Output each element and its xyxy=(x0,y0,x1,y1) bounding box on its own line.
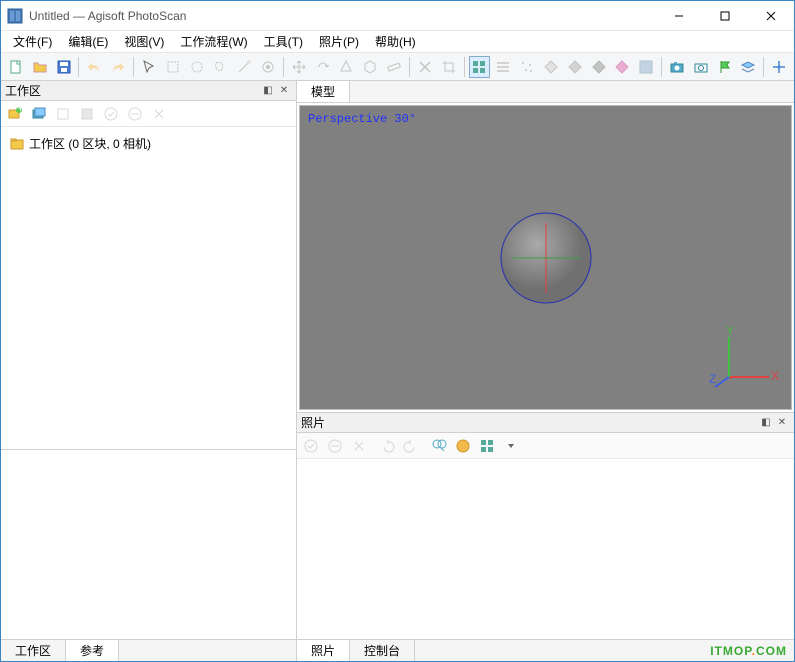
undo-icon[interactable] xyxy=(83,56,105,78)
rotate-icon[interactable] xyxy=(312,56,334,78)
ruler-icon[interactable] xyxy=(383,56,405,78)
brush-select-icon[interactable] xyxy=(257,56,279,78)
save-icon[interactable] xyxy=(53,56,75,78)
camera-2-icon[interactable] xyxy=(690,56,712,78)
photo-delete-icon[interactable] xyxy=(349,436,369,456)
scale-icon[interactable] xyxy=(336,56,358,78)
photo-size-dropdown-icon[interactable] xyxy=(501,436,521,456)
svg-text:+: + xyxy=(17,106,23,115)
tab-console[interactable]: 控制台 xyxy=(350,640,415,661)
shade-1-icon[interactable] xyxy=(540,56,562,78)
tab-reference[interactable]: 参考 xyxy=(66,640,119,661)
remove-icon[interactable] xyxy=(149,104,169,124)
enable-icon[interactable] xyxy=(53,104,73,124)
pointer-icon[interactable] xyxy=(138,56,160,78)
viewport-tabs: 模型 xyxy=(297,81,794,103)
workspace-root-label: 工作区 (0 区块, 0 相机) xyxy=(29,135,151,152)
close-panel-icon[interactable]: ✕ xyxy=(276,83,292,99)
rect-select-icon[interactable] xyxy=(162,56,184,78)
move-icon[interactable] xyxy=(288,56,310,78)
photo-rotate-left-icon[interactable] xyxy=(377,436,397,456)
magic-select-icon[interactable] xyxy=(233,56,255,78)
maximize-button[interactable] xyxy=(702,1,748,31)
workspace-panel-header: 工作区 ◧ ✕ xyxy=(1,81,296,101)
shade-4-icon[interactable] xyxy=(611,56,633,78)
reject-icon[interactable] xyxy=(125,104,145,124)
menu-file[interactable]: 文件(F) xyxy=(5,31,60,52)
camera-icon[interactable] xyxy=(666,56,688,78)
minimize-button[interactable] xyxy=(656,1,702,31)
region-icon[interactable] xyxy=(359,56,381,78)
workspace-panel-title: 工作区 xyxy=(5,82,260,99)
menu-help[interactable]: 帮助(H) xyxy=(367,31,424,52)
redo-icon[interactable] xyxy=(107,56,129,78)
photo-thumb-icon[interactable] xyxy=(453,436,473,456)
photos-undock-icon[interactable]: ◧ xyxy=(758,415,774,431)
flag-icon[interactable] xyxy=(714,56,736,78)
shade-2-icon[interactable] xyxy=(564,56,586,78)
perspective-label: Perspective 30° xyxy=(308,112,416,126)
trackball-sphere xyxy=(496,208,596,308)
tab-model[interactable]: 模型 xyxy=(297,81,350,102)
shade-3-icon[interactable] xyxy=(588,56,610,78)
main-toolbar xyxy=(1,53,794,81)
photos-toolbar xyxy=(297,433,794,459)
open-icon[interactable] xyxy=(29,56,51,78)
photos-panel-title: 照片 xyxy=(301,414,758,431)
app-icon xyxy=(7,8,23,24)
menu-photo[interactable]: 照片(P) xyxy=(311,31,367,52)
svg-text:X: X xyxy=(771,369,779,383)
photo-rotate-right-icon[interactable] xyxy=(401,436,421,456)
workspace-root-item[interactable]: 工作区 (0 区块, 0 相机) xyxy=(7,133,290,154)
photos-panel-header: 照片 ◧ ✕ xyxy=(297,413,794,433)
right-column: 模型 Perspective 30° X Y Z 照片 ◧ xyxy=(297,81,794,661)
svg-text:Y: Y xyxy=(726,327,734,338)
photo-grid-icon[interactable] xyxy=(477,436,497,456)
layers-icon[interactable] xyxy=(737,56,759,78)
accept-icon[interactable] xyxy=(101,104,121,124)
svg-text:Z: Z xyxy=(709,372,716,386)
menu-workflow[interactable]: 工作流程(W) xyxy=(172,31,255,52)
photo-accept-icon[interactable] xyxy=(301,436,321,456)
circle-select-icon[interactable] xyxy=(186,56,208,78)
title-bar: Untitled — Agisoft PhotoScan xyxy=(1,1,794,31)
menu-tools[interactable]: 工具(T) xyxy=(256,31,311,52)
photos-close-icon[interactable]: ✕ xyxy=(774,415,790,431)
photo-reject-icon[interactable] xyxy=(325,436,345,456)
photos-panel: 照片 ◧ ✕ xyxy=(297,412,794,639)
watermark: ITMOP.COM xyxy=(710,639,787,660)
workspace-toolbar: + xyxy=(1,101,296,127)
add-photos-icon[interactable] xyxy=(29,104,49,124)
left-bottom-panel xyxy=(1,449,296,639)
add-chunk-icon[interactable]: + xyxy=(5,104,25,124)
main-area: 工作区 ◧ ✕ + 工作区 (0 区块, 0 相机) 工作区 参考 模型 xyxy=(1,81,794,661)
axis-gizmo: X Y Z xyxy=(709,327,779,397)
texture-icon[interactable] xyxy=(635,56,657,78)
left-tabs: 工作区 参考 xyxy=(1,639,296,661)
undock-icon[interactable]: ◧ xyxy=(260,83,276,99)
menu-edit[interactable]: 编辑(E) xyxy=(60,31,116,52)
delete-icon[interactable] xyxy=(414,56,436,78)
new-icon[interactable] xyxy=(5,56,27,78)
workspace-tree[interactable]: 工作区 (0 区块, 0 相机) xyxy=(1,127,296,449)
menu-bar: 文件(F) 编辑(E) 视图(V) 工作流程(W) 工具(T) 照片(P) 帮助… xyxy=(1,31,794,53)
points-icon[interactable] xyxy=(516,56,538,78)
close-button[interactable] xyxy=(748,1,794,31)
grid-view-icon[interactable] xyxy=(469,56,491,78)
tab-photos[interactable]: 照片 xyxy=(297,640,350,661)
window-title: Untitled — Agisoft PhotoScan xyxy=(29,9,186,23)
left-column: 工作区 ◧ ✕ + 工作区 (0 区块, 0 相机) 工作区 参考 xyxy=(1,81,297,661)
photo-find-icon[interactable] xyxy=(429,436,449,456)
freeform-select-icon[interactable] xyxy=(209,56,231,78)
photos-list[interactable] xyxy=(297,459,794,639)
pan-icon[interactable] xyxy=(768,56,790,78)
viewport-3d[interactable]: Perspective 30° X Y Z xyxy=(299,105,792,410)
tab-workspace[interactable]: 工作区 xyxy=(1,640,66,661)
disable-icon[interactable] xyxy=(77,104,97,124)
crop-icon[interactable] xyxy=(438,56,460,78)
list-view-icon[interactable] xyxy=(492,56,514,78)
menu-view[interactable]: 视图(V) xyxy=(116,31,172,52)
